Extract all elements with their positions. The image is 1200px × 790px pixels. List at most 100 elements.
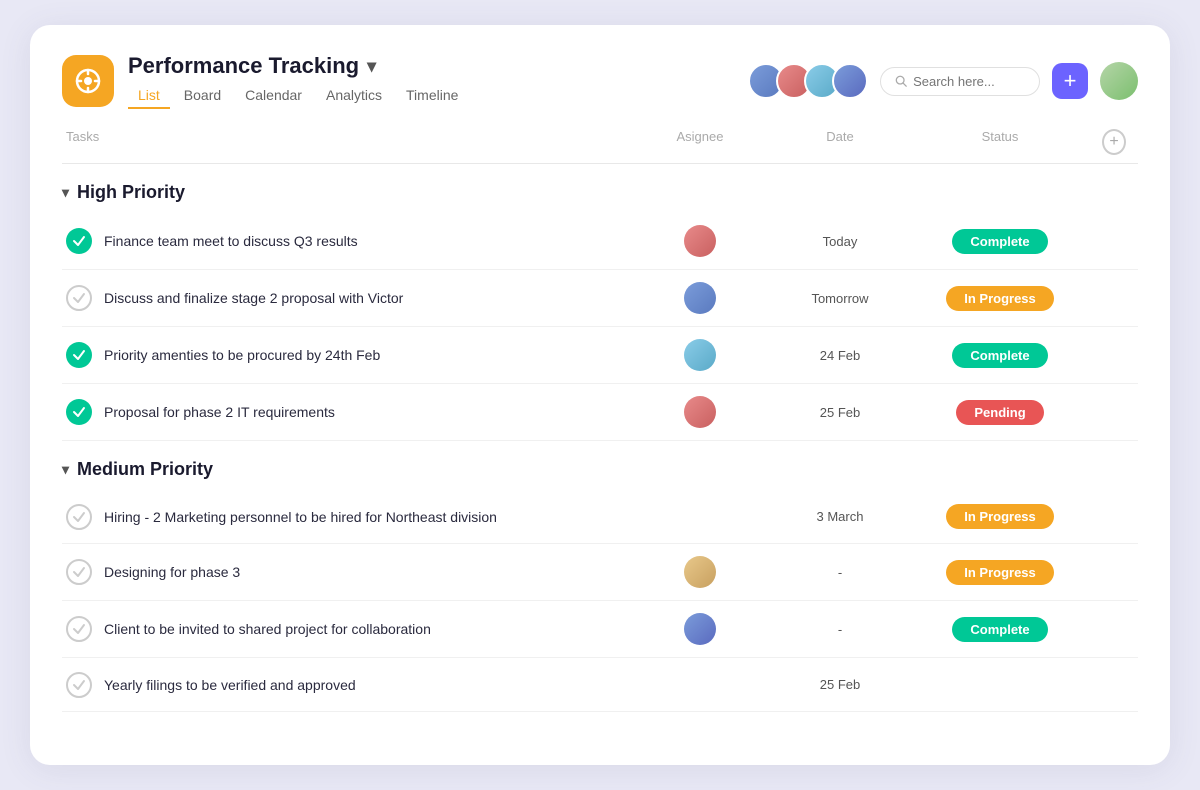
task-status-cell: Complete: [910, 343, 1090, 368]
task-assignee-cell: [630, 613, 770, 645]
header-right: +: [748, 62, 1138, 100]
task-check-icon[interactable]: [66, 672, 92, 698]
task-check-icon[interactable]: [66, 504, 92, 530]
col-assignee: Asignee: [630, 129, 770, 155]
task-row: Client to be invited to shared project f…: [62, 601, 1138, 658]
tab-timeline[interactable]: Timeline: [396, 83, 468, 109]
task-date-cell: -: [770, 622, 910, 637]
tab-board[interactable]: Board: [174, 83, 231, 109]
status-badge: Complete: [952, 229, 1047, 254]
task-name-cell: Designing for phase 3: [62, 559, 630, 585]
task-date-cell: 24 Feb: [770, 348, 910, 363]
status-badge: In Progress: [946, 504, 1054, 529]
task-assignee-avatar: [684, 396, 716, 428]
task-check-icon[interactable]: [66, 399, 92, 425]
section-high-priority: ▾ High Priority Finance team meet to dis…: [62, 164, 1138, 441]
task-assignee-cell: [630, 282, 770, 314]
app-title[interactable]: Performance Tracking ▾: [128, 53, 748, 79]
task-assignee-cell: [630, 556, 770, 588]
current-user-avatar: [1100, 62, 1138, 100]
task-date-cell: -: [770, 565, 910, 580]
task-check-icon[interactable]: [66, 559, 92, 585]
tab-list[interactable]: List: [128, 83, 170, 109]
task-assignee-cell: [630, 396, 770, 428]
tab-analytics[interactable]: Analytics: [316, 83, 392, 109]
status-badge: In Progress: [946, 286, 1054, 311]
task-row: Finance team meet to discuss Q3 results T…: [62, 213, 1138, 270]
task-name-text: Finance team meet to discuss Q3 results: [104, 233, 358, 249]
task-name-cell: Proposal for phase 2 IT requirements: [62, 399, 630, 425]
task-status-cell: In Progress: [910, 504, 1090, 529]
task-assignee-avatar: [684, 339, 716, 371]
status-badge: Complete: [952, 343, 1047, 368]
task-status-cell: Complete: [910, 229, 1090, 254]
team-avatar-4: [832, 63, 868, 99]
task-check-icon[interactable]: [66, 228, 92, 254]
status-badge: Complete: [952, 617, 1047, 642]
section-header-medium-priority[interactable]: ▾ Medium Priority: [62, 441, 1138, 490]
task-name-cell: Priority amenties to be procured by 24th…: [62, 342, 630, 368]
task-name-cell: Client to be invited to shared project f…: [62, 616, 630, 642]
task-row: Hiring - 2 Marketing personnel to be hir…: [62, 490, 1138, 544]
task-date-cell: Tomorrow: [770, 291, 910, 306]
task-name-cell: Hiring - 2 Marketing personnel to be hir…: [62, 504, 630, 530]
task-name-text: Proposal for phase 2 IT requirements: [104, 404, 335, 420]
task-name-text: Priority amenties to be procured by 24th…: [104, 347, 380, 363]
section-chevron-icon: ▾: [62, 461, 69, 478]
task-status-cell: In Progress: [910, 560, 1090, 585]
header: Performance Tracking ▾ List Board Calend…: [62, 53, 1138, 109]
col-tasks: Tasks: [62, 129, 630, 155]
sections-container: ▾ High Priority Finance team meet to dis…: [62, 164, 1138, 712]
task-row: Yearly filings to be verified and approv…: [62, 658, 1138, 712]
task-row: Proposal for phase 2 IT requirements 25 F…: [62, 384, 1138, 441]
task-check-icon[interactable]: [66, 285, 92, 311]
status-badge: In Progress: [946, 560, 1054, 585]
col-add[interactable]: +: [1090, 129, 1138, 155]
task-name-cell: Finance team meet to discuss Q3 results: [62, 228, 630, 254]
search-input[interactable]: [913, 74, 1025, 89]
task-name-cell: Yearly filings to be verified and approv…: [62, 672, 630, 698]
col-status: Status: [910, 129, 1090, 155]
task-assignee-avatar: [684, 282, 716, 314]
search-icon: [895, 74, 907, 88]
section-chevron-icon: ▾: [62, 184, 69, 201]
table-header: Tasks Asignee Date Status +: [62, 119, 1138, 164]
title-chevron-icon[interactable]: ▾: [367, 56, 376, 77]
task-assignee-avatar: [684, 556, 716, 588]
task-name-text: Yearly filings to be verified and approv…: [104, 677, 356, 693]
main-card: Performance Tracking ▾ List Board Calend…: [30, 25, 1170, 765]
task-date-cell: 25 Feb: [770, 677, 910, 692]
search-box[interactable]: [880, 67, 1040, 96]
section-medium-priority: ▾ Medium Priority Hiring - 2 Marketing p…: [62, 441, 1138, 712]
task-assignee-avatar: [684, 613, 716, 645]
task-check-icon[interactable]: [66, 616, 92, 642]
task-date-cell: Today: [770, 234, 910, 249]
header-title-area: Performance Tracking ▾ List Board Calend…: [128, 53, 748, 109]
task-status-cell: Pending: [910, 400, 1090, 425]
task-name-text: Designing for phase 3: [104, 564, 240, 580]
app-icon: [62, 55, 114, 107]
add-button[interactable]: +: [1052, 63, 1088, 99]
task-status-cell: In Progress: [910, 286, 1090, 311]
section-header-high-priority[interactable]: ▾ High Priority: [62, 164, 1138, 213]
task-date-cell: 3 March: [770, 509, 910, 524]
col-date: Date: [770, 129, 910, 155]
task-name-text: Client to be invited to shared project f…: [104, 621, 431, 637]
task-assignee-cell: [630, 339, 770, 371]
nav-tabs: List Board Calendar Analytics Timeline: [128, 83, 748, 109]
task-status-cell: Complete: [910, 617, 1090, 642]
tab-calendar[interactable]: Calendar: [235, 83, 312, 109]
add-column-button[interactable]: +: [1102, 129, 1126, 155]
status-badge: Pending: [956, 400, 1043, 425]
task-name-text: Hiring - 2 Marketing personnel to be hir…: [104, 509, 497, 525]
task-row: Discuss and finalize stage 2 proposal wi…: [62, 270, 1138, 327]
task-row: Designing for phase 3 - In Progress: [62, 544, 1138, 601]
task-check-icon[interactable]: [66, 342, 92, 368]
task-name-text: Discuss and finalize stage 2 proposal wi…: [104, 290, 403, 306]
task-row: Priority amenties to be procured by 24th…: [62, 327, 1138, 384]
task-name-cell: Discuss and finalize stage 2 proposal wi…: [62, 285, 630, 311]
task-assignee-cell: [630, 225, 770, 257]
section-label: Medium Priority: [77, 459, 213, 480]
task-date-cell: 25 Feb: [770, 405, 910, 420]
team-avatars: [748, 63, 868, 99]
